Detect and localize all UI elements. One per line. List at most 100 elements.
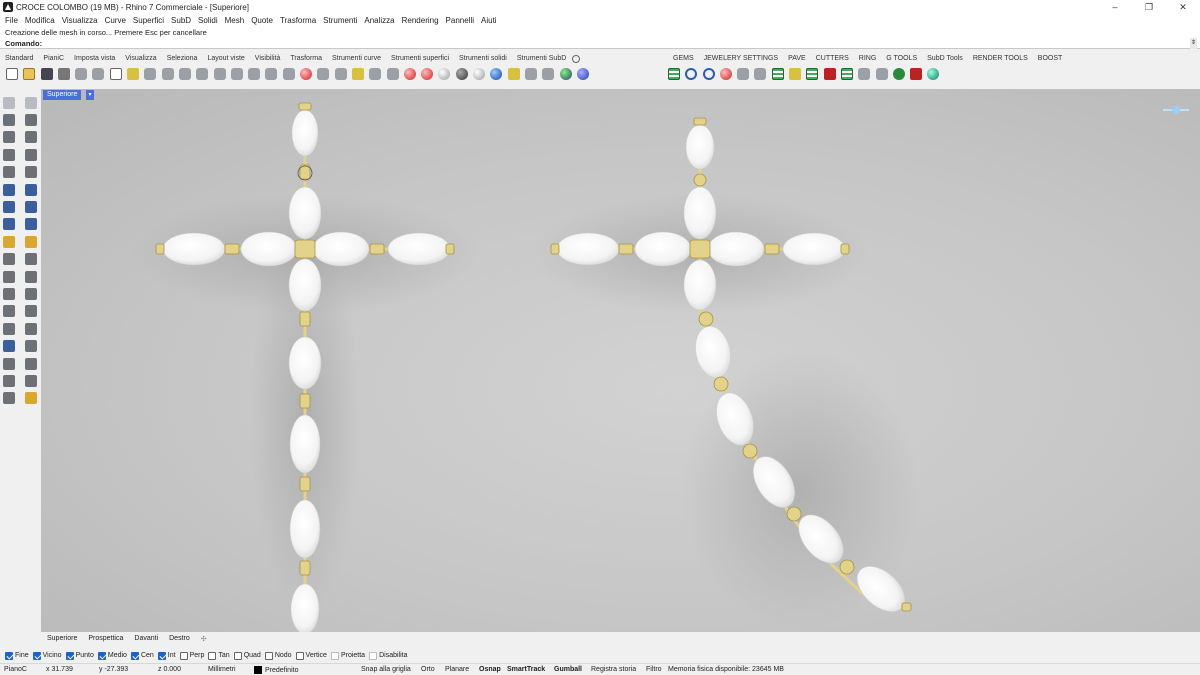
tab-superiore[interactable]: Superiore [47, 635, 77, 642]
pearl[interactable] [288, 258, 322, 312]
osnap-tan[interactable]: Tan [208, 651, 230, 660]
pearl[interactable] [240, 231, 298, 267]
gem-target-icon[interactable] [702, 68, 715, 80]
tab-subd-tools[interactable]: SubD Tools [927, 55, 963, 62]
menu-curve[interactable]: Curve [105, 16, 126, 25]
tab-visibilita[interactable]: Visibilità [255, 55, 281, 62]
surface-icon[interactable] [3, 183, 15, 196]
status-snap-grid[interactable]: Snap alla griglia [361, 666, 411, 673]
checkbox[interactable] [179, 651, 188, 660]
viewport-top[interactable]: Superiore ▾ [41, 89, 1200, 632]
setting-icon[interactable] [806, 68, 819, 80]
check-icon[interactable] [25, 374, 37, 387]
close-button[interactable]: ✕ [1166, 0, 1200, 14]
box-icon[interactable] [3, 201, 15, 214]
pan-hand-icon[interactable] [161, 68, 174, 80]
osnap-quad[interactable]: Quad [233, 651, 261, 660]
analyze-icon[interactable] [3, 374, 15, 387]
checkbox[interactable] [369, 651, 378, 660]
cut-icon[interactable] [92, 68, 105, 80]
layer-tool-icon[interactable] [3, 357, 15, 370]
tab-strumenti-curve[interactable]: Strumenti curve [332, 55, 381, 62]
menu-aiuti[interactable]: Aiuti [481, 16, 497, 25]
sphere-icon[interactable] [25, 201, 37, 214]
extrude-icon[interactable] [25, 218, 37, 231]
arc-icon[interactable] [3, 166, 15, 179]
select-arrow-icon[interactable] [3, 96, 15, 109]
ellipse-icon[interactable] [25, 131, 37, 144]
menu-strumenti[interactable]: Strumenti [323, 16, 357, 25]
tab-g-tools[interactable]: G TOOLS [886, 55, 917, 62]
boost-gem-icon[interactable] [927, 68, 940, 80]
status-smarttrack[interactable]: SmartTrack [507, 666, 545, 673]
polyline-icon[interactable] [3, 114, 15, 127]
tab-davanti[interactable]: Davanti [134, 635, 158, 642]
status-layer[interactable]: Predefinito [254, 665, 298, 674]
layer-icon[interactable] [403, 68, 416, 80]
menu-subd[interactable]: SubD [171, 16, 191, 25]
zoom-window-icon[interactable] [213, 68, 226, 80]
tab-pianic[interactable]: PianiC [43, 55, 64, 62]
menu-mesh[interactable]: Mesh [225, 16, 245, 25]
pearl[interactable] [634, 231, 692, 267]
open-folder-icon[interactable] [23, 68, 36, 80]
pearl[interactable] [691, 323, 735, 381]
osnap-medio[interactable]: Medio [97, 651, 127, 660]
revolve-icon[interactable] [25, 183, 37, 196]
maximize-button[interactable]: ❐ [1132, 0, 1166, 14]
osnap-nodo[interactable]: Nodo [264, 651, 292, 660]
pearl[interactable] [288, 186, 322, 240]
offset-icon[interactable] [3, 287, 15, 300]
seat-icon[interactable] [858, 68, 871, 80]
curve-icon[interactable] [25, 114, 37, 127]
save-icon[interactable] [40, 68, 53, 80]
light-tool-icon[interactable] [25, 392, 37, 405]
checkbox[interactable] [330, 651, 339, 660]
osnap-int[interactable]: Int [157, 651, 176, 660]
tab-ring[interactable]: RING [859, 55, 877, 62]
grid-snap-icon[interactable] [25, 340, 37, 353]
paste-icon[interactable] [75, 68, 88, 80]
pearl[interactable] [683, 259, 717, 311]
osnap-proietta[interactable]: Proietta [330, 651, 365, 660]
tab-jewelery-settings[interactable]: JEWELERY SETTINGS [704, 55, 778, 62]
polygon-icon[interactable] [3, 148, 15, 161]
tab-layout-viste[interactable]: Layout viste [207, 55, 244, 62]
pave-array-icon[interactable] [789, 68, 802, 80]
tab-seleziona[interactable]: Seleziona [167, 55, 198, 62]
unlock-icon[interactable] [386, 68, 399, 80]
add-viewport-icon[interactable]: ✣ [201, 635, 207, 643]
osnap-disabilita[interactable]: Disabilita [369, 651, 407, 660]
cylinder-icon[interactable] [3, 218, 15, 231]
osnap-vertice[interactable]: Vertice [295, 651, 327, 660]
menu-file[interactable]: File [5, 16, 18, 25]
fillet-curve-icon[interactable] [25, 166, 37, 179]
pearl[interactable] [685, 124, 715, 170]
checkbox[interactable] [97, 651, 106, 660]
osnap-fine[interactable]: Fine [5, 651, 29, 660]
print-icon[interactable] [57, 68, 70, 80]
mesh-icon[interactable] [3, 340, 15, 353]
four-viewports-icon[interactable] [282, 68, 295, 80]
pearl[interactable] [289, 499, 321, 559]
rotate-view-icon[interactable] [265, 68, 278, 80]
help-icon[interactable] [576, 68, 589, 80]
bezel-icon[interactable] [754, 68, 767, 80]
checkbox[interactable] [295, 651, 304, 660]
tab-trasforma[interactable]: Trasforma [290, 55, 322, 62]
tab-render-tools[interactable]: RENDER TOOLS [973, 55, 1028, 62]
pearl[interactable] [290, 583, 320, 632]
properties-icon[interactable] [25, 357, 37, 370]
pearl[interactable] [707, 231, 765, 267]
tab-strumenti-subd[interactable]: Strumenti SubD [517, 55, 566, 62]
osnap-cen[interactable]: Cen [130, 651, 154, 660]
render-preview-icon[interactable] [473, 68, 486, 80]
pearl[interactable] [683, 186, 717, 240]
prong-icon[interactable] [719, 68, 732, 80]
circle-icon[interactable] [3, 131, 15, 144]
group-icon[interactable] [25, 270, 37, 283]
menu-visualizza[interactable]: Visualizza [62, 16, 98, 25]
render-tool-icon[interactable] [3, 392, 15, 405]
gem-sphere-icon[interactable] [892, 68, 905, 80]
pearl[interactable] [291, 109, 319, 157]
